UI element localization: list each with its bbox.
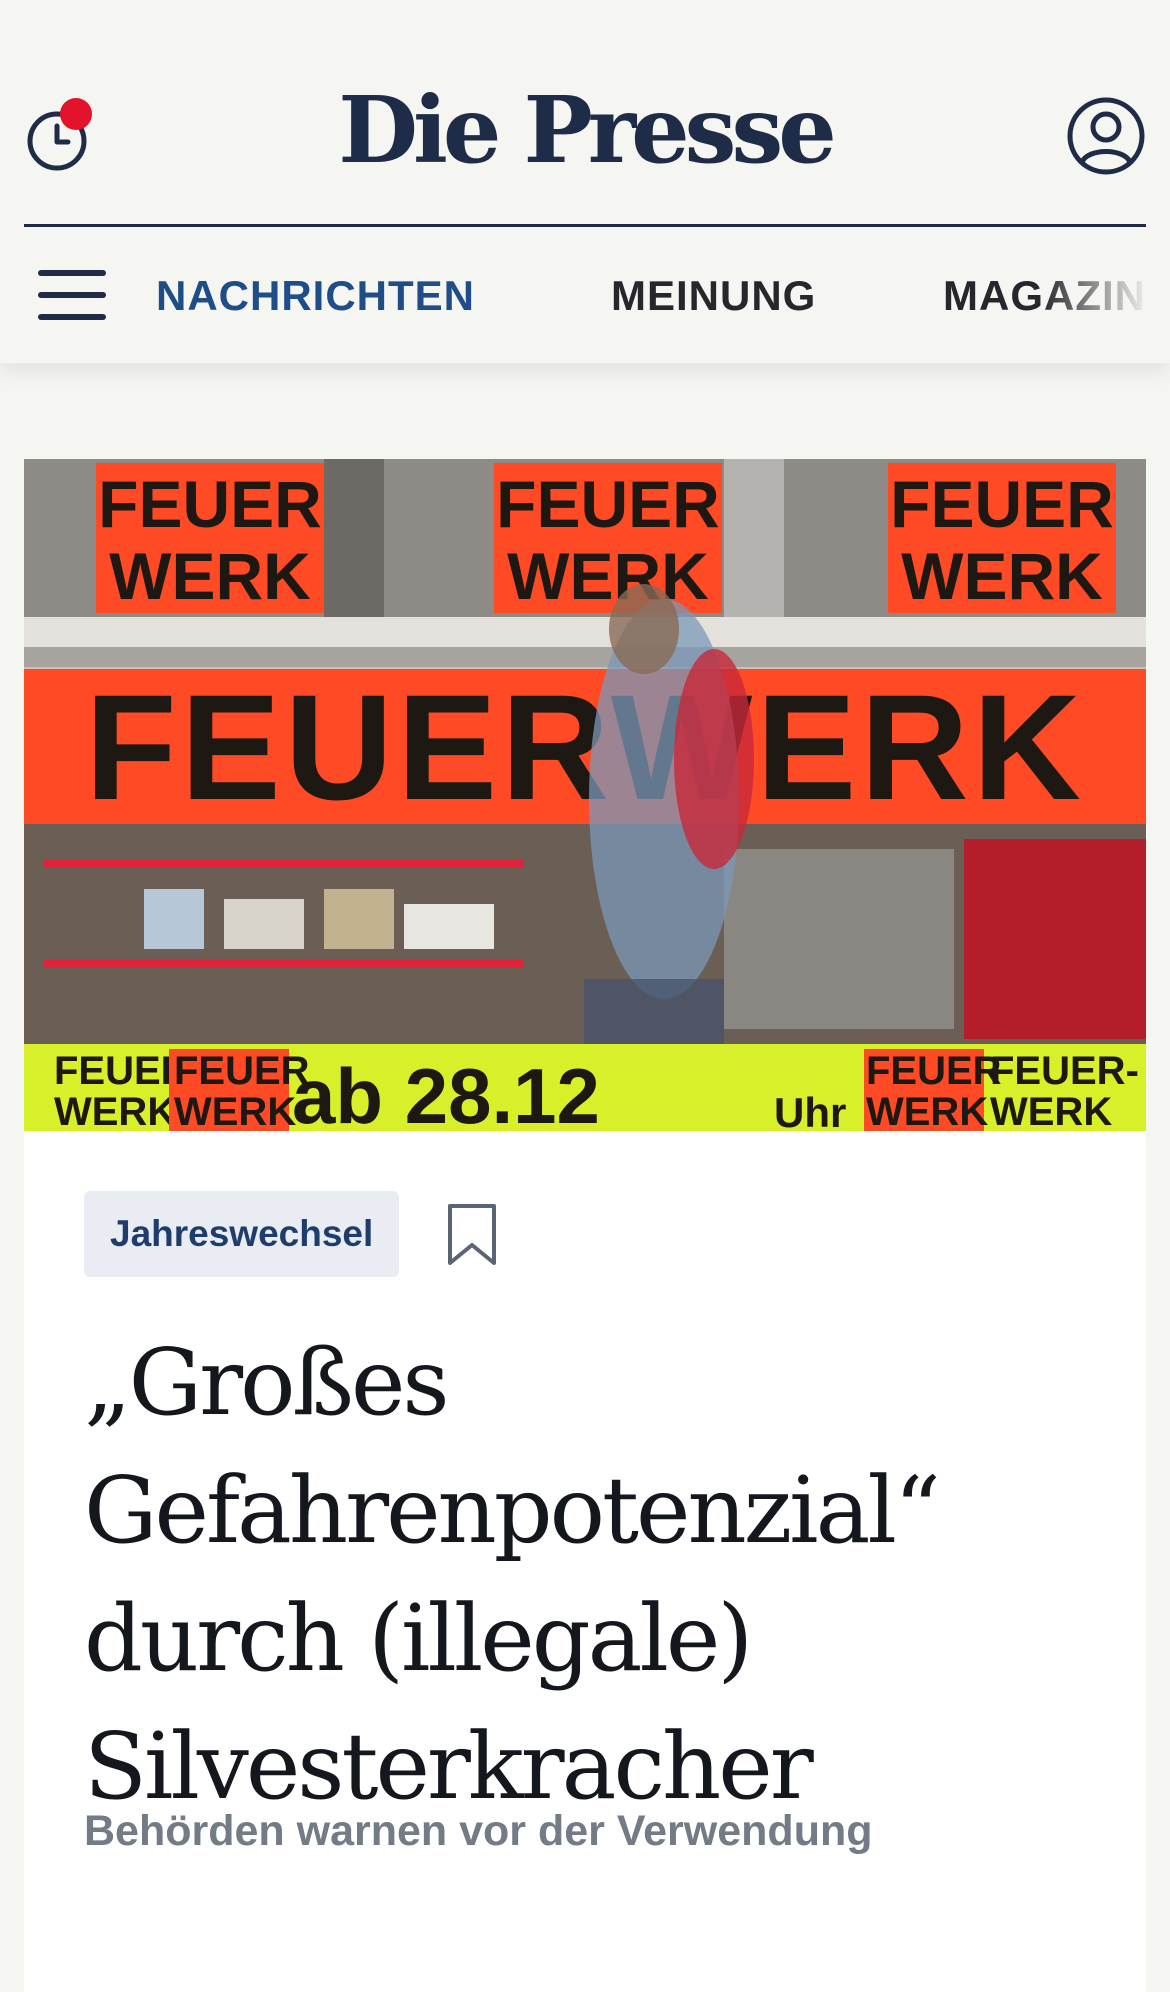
hamburger-icon — [38, 270, 106, 276]
hero-image[interactable]: FEUER WERK FEUER WERK FEUER WERK FEUERWE… — [24, 459, 1146, 1131]
svg-text:Uhr: Uhr — [774, 1089, 846, 1131]
section-nav: NACHRICHTEN MEINUNG MAGAZIN — [156, 272, 1170, 322]
svg-text:WERK: WERK — [174, 1090, 296, 1131]
top-header: Die Presse NACHRICHTEN MEINUNG MAGAZIN — [0, 0, 1170, 363]
account-button[interactable] — [1066, 96, 1146, 176]
menu-button[interactable] — [38, 270, 106, 322]
svg-text:FEUER: FEUER — [174, 1049, 310, 1093]
svg-text:WERK: WERK — [54, 1090, 176, 1131]
user-icon — [1067, 97, 1145, 175]
nav-item-nachrichten[interactable]: NACHRICHTEN — [156, 272, 475, 320]
site-logo[interactable]: Die Presse — [338, 76, 837, 184]
nav-item-meinung[interactable]: MEINUNG — [611, 272, 816, 320]
sign-large: FEUERWERK — [85, 663, 1085, 831]
notification-dot — [60, 98, 92, 130]
svg-text:FEUER-: FEUER- — [990, 1049, 1139, 1093]
sign-date: ab 28.12 — [292, 1052, 600, 1131]
svg-text:WERK: WERK — [109, 539, 311, 613]
svg-text:FEUER: FEUER — [866, 1049, 1002, 1093]
svg-text:WERK: WERK — [866, 1090, 988, 1131]
topic-tag[interactable]: Jahreswechsel — [84, 1191, 400, 1277]
article-card[interactable]: FEUER WERK FEUER WERK FEUER WERK FEUERWE… — [24, 459, 1146, 1992]
svg-text:FEUER: FEUER — [496, 467, 720, 541]
sign-small-1-line1: FEUER — [98, 467, 322, 541]
nav-scroll-fade — [1040, 260, 1170, 340]
svg-text:WERK: WERK — [507, 539, 709, 613]
header-divider — [24, 224, 1146, 227]
svg-text:WERK: WERK — [901, 539, 1103, 613]
svg-text:WERK: WERK — [990, 1090, 1112, 1131]
history-button[interactable] — [26, 98, 98, 178]
article-lead: Behörden warnen vor der Verwendung — [84, 1807, 873, 1855]
svg-text:FEUER: FEUER — [890, 467, 1114, 541]
bookmark-button[interactable] — [446, 1203, 498, 1267]
article-headline: „Großes Gefahrenpotenzial“ durch (illega… — [84, 1329, 941, 1820]
bookmark-icon — [448, 1204, 496, 1265]
fireworks-shop-photo: FEUER WERK FEUER WERK FEUER WERK FEUERWE… — [24, 459, 1146, 1131]
